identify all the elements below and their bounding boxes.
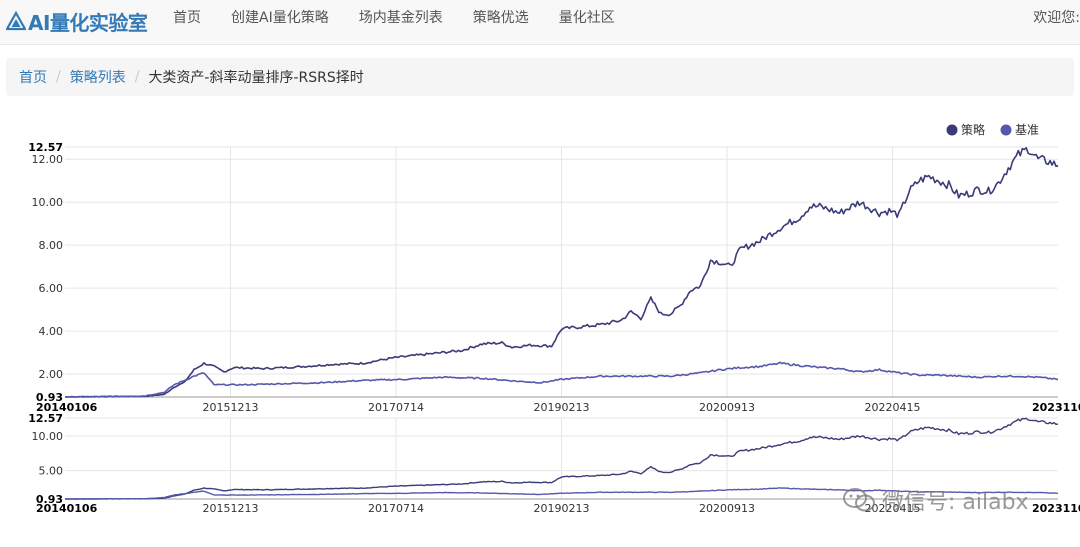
brand-logo[interactable]: AI量化实验室: [6, 8, 148, 35]
main-y-tick-label: 10.00: [32, 196, 64, 209]
wechat-icon: [843, 488, 875, 512]
breadcrumb-separator: /: [134, 69, 140, 85]
main-y-tick-label: 12.00: [32, 153, 64, 166]
nav-link-fund-list[interactable]: 场内基金列表: [344, 0, 458, 44]
main-x-tick-label: 20220415: [865, 401, 921, 414]
navigator-x-tick-label: 20151213: [203, 502, 259, 515]
main-y-tick-label: 6.00: [39, 282, 64, 295]
breadcrumb-current: 大类资产-斜率动量排序-RSRS择时: [148, 70, 364, 86]
main-y-tick-label: 4.00: [39, 325, 64, 338]
welcome-text: 欢迎您:: [1033, 10, 1080, 26]
main-x-tick-label: 20170714: [368, 401, 424, 414]
top-navbar: AI量化实验室 首页 创建AI量化策略 场内基金列表 策略优选 量化社区 欢迎您…: [0, 0, 1080, 45]
nav-link-community[interactable]: 量化社区: [544, 0, 630, 44]
main-y-tick-label: 8.00: [39, 239, 64, 252]
navigator-x-tick-label: 20140106: [36, 502, 98, 515]
main-y-tick-label: 12.57: [28, 141, 63, 154]
navigator-x-tick-label: 20190213: [534, 502, 590, 515]
nav-link-strategy-picks[interactable]: 策略优选: [458, 0, 544, 44]
nav-link-home[interactable]: 首页: [158, 0, 216, 44]
legend-marker-strategy: [946, 124, 958, 136]
brand-name: AI量化实验室: [28, 10, 148, 35]
navigator-y-tick-label: 10.00: [32, 430, 64, 443]
nav-links: 首页 创建AI量化策略 场内基金列表 策略优选 量化社区: [158, 0, 630, 44]
navigator-y-tick-label: 12.57: [28, 412, 63, 425]
breadcrumb-home[interactable]: 首页: [19, 67, 47, 87]
nav-link-create-strategy[interactable]: 创建AI量化策略: [216, 0, 344, 44]
navigator-x-tick-label: 20170714: [368, 502, 424, 515]
strategy-chart[interactable]: 0.932.004.006.008.0010.0012.0012.5720140…: [0, 110, 1080, 547]
breadcrumb: 首页 / 策略列表 / 大类资产-斜率动量排序-RSRS择时: [6, 58, 1074, 96]
main-y-tick-label: 2.00: [39, 368, 64, 381]
breadcrumb-separator: /: [56, 69, 61, 85]
legend-label-benchmark: 基准: [1015, 123, 1039, 137]
breadcrumb-strategy-list[interactable]: 策略列表: [70, 67, 126, 87]
main-x-tick-label: 20200913: [699, 401, 755, 414]
triangle-logo-icon: [6, 11, 26, 31]
legend-marker-benchmark: [1000, 124, 1012, 136]
wechat-watermark: 微信号: ailabx: [842, 484, 1029, 516]
navigator-x-tick-label: 20200913: [699, 502, 755, 515]
main-x-tick-label: 20231103: [1032, 401, 1080, 414]
navigator-y-tick-label: 5.00: [39, 465, 64, 478]
main-x-tick-label: 20190213: [534, 401, 590, 414]
legend-label-strategy: 策略: [961, 122, 985, 137]
navigator-x-tick-label: 20231103: [1032, 502, 1080, 515]
main-x-tick-label: 20151213: [203, 401, 259, 414]
watermark-text: 微信号: ailabx: [882, 490, 1029, 515]
